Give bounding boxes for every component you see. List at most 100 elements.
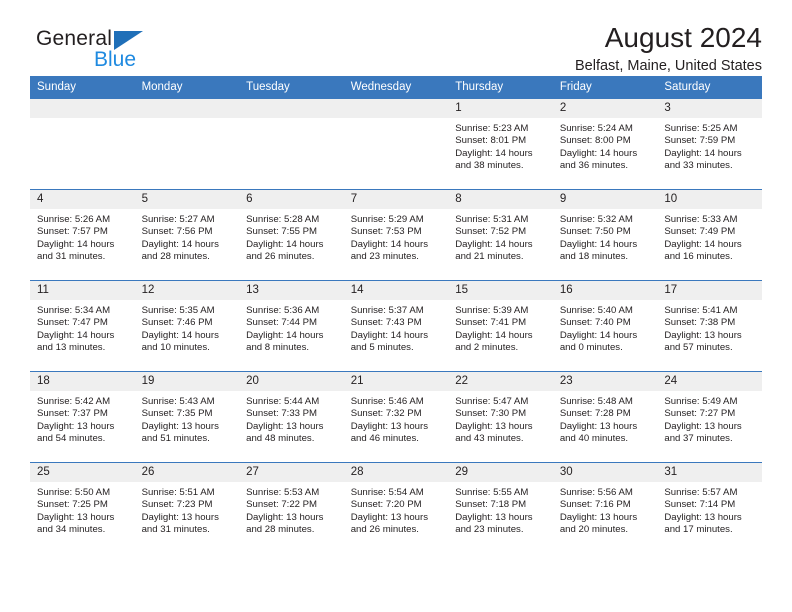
sunset-text: Sunset: 7:18 PM bbox=[455, 499, 527, 511]
daylight-text: Daylight: 14 hours and 38 minutes. bbox=[455, 147, 533, 172]
sun-info: Sunrise: 5:42 AM Sunset: 7:37 PM Daylight:… bbox=[30, 391, 135, 446]
calendar-body: 1 Sunrise: 5:23 AM Sunset: 8:01 PM Daylight… bbox=[30, 98, 762, 553]
sun-info: Sunrise: 5:40 AM Sunset: 7:40 PM Daylight:… bbox=[553, 300, 658, 355]
calendar-day-cell[interactable]: 7 Sunrise: 5:29 AM Sunset: 7:53 PM Daylight… bbox=[343, 189, 449, 281]
general-blue-logo[interactable]: General Blue bbox=[36, 28, 216, 76]
sunset-text: Sunset: 7:49 PM bbox=[664, 226, 736, 238]
calendar-day-cell[interactable]: 28 Sunrise: 5:54 AM Sunset: 7:20 PM Dayligh… bbox=[343, 462, 449, 553]
calendar-day-cell[interactable]: 15 Sunrise: 5:39 AM Sunset: 7:41 PM Dayligh… bbox=[448, 280, 553, 372]
weekday-header-thursday: Thursday bbox=[448, 76, 553, 99]
calendar-day-cell[interactable]: 4 Sunrise: 5:26 AM Sunset: 7:57 PM Daylight… bbox=[30, 189, 135, 281]
sun-info: Sunrise: 5:31 AM Sunset: 7:52 PM Daylight:… bbox=[448, 209, 553, 264]
day-number: 17 bbox=[657, 281, 762, 300]
calendar-day-cell[interactable]: 3 Sunrise: 5:25 AM Sunset: 7:59 PM Daylight… bbox=[657, 98, 762, 190]
calendar-day-cell[interactable]: 31 Sunrise: 5:57 AM Sunset: 7:14 PM Dayligh… bbox=[657, 462, 762, 553]
sunset-text: Sunset: 7:52 PM bbox=[455, 226, 527, 238]
sun-info: Sunrise: 5:34 AM Sunset: 7:47 PM Daylight:… bbox=[30, 300, 135, 355]
calendar-day-cell[interactable]: 25 Sunrise: 5:50 AM Sunset: 7:25 PM Dayligh… bbox=[30, 462, 135, 553]
day-number: 8 bbox=[448, 190, 553, 209]
calendar-day-cell[interactable]: 30 Sunrise: 5:56 AM Sunset: 7:16 PM Dayligh… bbox=[552, 462, 658, 553]
sun-info: Sunrise: 5:54 AM Sunset: 7:20 PM Daylight:… bbox=[344, 482, 449, 537]
calendar-day-cell[interactable]: 21 Sunrise: 5:46 AM Sunset: 7:32 PM Dayligh… bbox=[343, 371, 449, 463]
sunset-text: Sunset: 7:55 PM bbox=[246, 226, 318, 238]
daylight-text: Daylight: 13 hours and 23 minutes. bbox=[455, 511, 533, 536]
calendar-day-cell[interactable]: 20 Sunrise: 5:44 AM Sunset: 7:33 PM Dayligh… bbox=[239, 371, 344, 463]
page-title: August 2024 bbox=[604, 22, 762, 53]
weekday-header-wednesday: Wednesday bbox=[343, 76, 449, 99]
calendar-day-cell[interactable]: 8 Sunrise: 5:31 AM Sunset: 7:52 PM Daylight… bbox=[448, 189, 553, 281]
sunset-text: Sunset: 7:27 PM bbox=[664, 408, 736, 420]
day-cell-content: 29 Sunrise: 5:55 AM Sunset: 7:18 PM Dayligh… bbox=[448, 463, 553, 553]
sun-info: Sunrise: 5:44 AM Sunset: 7:33 PM Daylight:… bbox=[239, 391, 344, 446]
daylight-text: Daylight: 13 hours and 26 minutes. bbox=[350, 511, 429, 536]
day-cell-content: 8 Sunrise: 5:31 AM Sunset: 7:52 PM Daylight… bbox=[448, 190, 553, 280]
day-cell-content: 7 Sunrise: 5:29 AM Sunset: 7:53 PM Daylight… bbox=[343, 190, 449, 280]
day-number: 16 bbox=[552, 281, 658, 300]
day-number: 6 bbox=[239, 190, 344, 209]
day-cell-content: 4 Sunrise: 5:26 AM Sunset: 7:57 PM Daylight… bbox=[30, 190, 135, 280]
calendar-day-cell[interactable]: 5 Sunrise: 5:27 AM Sunset: 7:56 PM Daylight… bbox=[134, 189, 240, 281]
sunset-text: Sunset: 7:22 PM bbox=[246, 499, 318, 511]
sunset-text: Sunset: 7:30 PM bbox=[455, 408, 527, 420]
day-cell-content: 15 Sunrise: 5:39 AM Sunset: 7:41 PM Dayligh… bbox=[448, 281, 553, 371]
day-cell-content: 18 Sunrise: 5:42 AM Sunset: 7:37 PM Dayligh… bbox=[30, 372, 135, 462]
sunrise-text: Sunrise: 5:50 AM bbox=[37, 487, 111, 498]
daylight-text: Daylight: 14 hours and 16 minutes. bbox=[664, 238, 742, 263]
day-number: 23 bbox=[552, 372, 658, 391]
daylight-text: Daylight: 13 hours and 28 minutes. bbox=[246, 511, 324, 536]
calendar-day-cell[interactable]: 23 Sunrise: 5:48 AM Sunset: 7:28 PM Dayligh… bbox=[552, 371, 658, 463]
sunset-text: Sunset: 7:56 PM bbox=[141, 226, 213, 238]
calendar-day-cell[interactable]: 2 Sunrise: 5:24 AM Sunset: 8:00 PM Daylight… bbox=[552, 98, 658, 190]
sunset-text: Sunset: 8:00 PM bbox=[559, 135, 631, 147]
calendar-day-cell[interactable]: 27 Sunrise: 5:53 AM Sunset: 7:22 PM Dayligh… bbox=[239, 462, 344, 553]
calendar-day-cell[interactable]: 14 Sunrise: 5:37 AM Sunset: 7:43 PM Dayligh… bbox=[343, 280, 449, 372]
calendar-day-cell[interactable]: 16 Sunrise: 5:40 AM Sunset: 7:40 PM Dayligh… bbox=[552, 280, 658, 372]
daylight-text: Daylight: 14 hours and 10 minutes. bbox=[141, 329, 219, 354]
sunset-text: Sunset: 7:47 PM bbox=[37, 317, 108, 329]
calendar-day-cell[interactable]: 22 Sunrise: 5:47 AM Sunset: 7:30 PM Dayligh… bbox=[448, 371, 553, 463]
day-cell-content: 2 Sunrise: 5:24 AM Sunset: 8:00 PM Daylight… bbox=[552, 99, 658, 189]
calendar-day-cell[interactable]: 19 Sunrise: 5:43 AM Sunset: 7:35 PM Dayligh… bbox=[134, 371, 240, 463]
sun-info: Sunrise: 5:43 AM Sunset: 7:35 PM Daylight:… bbox=[135, 391, 240, 446]
day-number: 26 bbox=[134, 463, 240, 482]
calendar-day-cell[interactable]: 17 Sunrise: 5:41 AM Sunset: 7:38 PM Dayligh… bbox=[657, 280, 762, 372]
day-number bbox=[343, 99, 449, 118]
day-number: 25 bbox=[30, 463, 135, 482]
day-number: 28 bbox=[343, 463, 449, 482]
day-number: 3 bbox=[657, 99, 762, 118]
calendar-day-cell[interactable]: 10 Sunrise: 5:33 AM Sunset: 7:49 PM Dayligh… bbox=[657, 189, 762, 281]
calendar-day-cell[interactable]: 1 Sunrise: 5:23 AM Sunset: 8:01 PM Daylight… bbox=[448, 98, 553, 190]
day-cell-content bbox=[30, 99, 135, 189]
daylight-text: Daylight: 14 hours and 26 minutes. bbox=[246, 238, 324, 263]
sun-info: Sunrise: 5:57 AM Sunset: 7:14 PM Daylight:… bbox=[657, 482, 762, 537]
daylight-text: Daylight: 14 hours and 13 minutes. bbox=[37, 329, 115, 354]
sun-info: Sunrise: 5:50 AM Sunset: 7:25 PM Daylight:… bbox=[30, 482, 135, 537]
sun-info: Sunrise: 5:39 AM Sunset: 7:41 PM Daylight:… bbox=[448, 300, 553, 355]
sunrise-text: Sunrise: 5:23 AM bbox=[455, 123, 529, 134]
calendar-day-cell[interactable]: 9 Sunrise: 5:32 AM Sunset: 7:50 PM Daylight… bbox=[552, 189, 658, 281]
weekday-header-row: Sunday Monday Tuesday Wednesday Thursday… bbox=[30, 76, 762, 99]
calendar-day-cell[interactable]: 26 Sunrise: 5:51 AM Sunset: 7:23 PM Dayligh… bbox=[134, 462, 240, 553]
daylight-text: Daylight: 14 hours and 23 minutes. bbox=[350, 238, 429, 263]
calendar-day-cell[interactable]: 11 Sunrise: 5:34 AM Sunset: 7:47 PM Dayligh… bbox=[30, 280, 135, 372]
sunset-text: Sunset: 7:20 PM bbox=[350, 499, 422, 511]
calendar-day-cell[interactable]: 6 Sunrise: 5:28 AM Sunset: 7:55 PM Daylight… bbox=[239, 189, 344, 281]
calendar-day-cell[interactable]: 29 Sunrise: 5:55 AM Sunset: 7:18 PM Dayligh… bbox=[448, 462, 553, 553]
weekday-header-friday: Friday bbox=[552, 76, 658, 99]
calendar-day-cell[interactable]: 12 Sunrise: 5:35 AM Sunset: 7:46 PM Dayligh… bbox=[134, 280, 240, 372]
daylight-text: Daylight: 14 hours and 21 minutes. bbox=[455, 238, 533, 263]
calendar-day-cell[interactable]: 18 Sunrise: 5:42 AM Sunset: 7:37 PM Dayligh… bbox=[30, 371, 135, 463]
calendar-day-cell[interactable]: 13 Sunrise: 5:36 AM Sunset: 7:44 PM Dayligh… bbox=[239, 280, 344, 372]
day-cell-content: 16 Sunrise: 5:40 AM Sunset: 7:40 PM Dayligh… bbox=[552, 281, 658, 371]
calendar-week-row: 11 Sunrise: 5:34 AM Sunset: 7:47 PM Dayligh… bbox=[30, 280, 762, 372]
day-number: 4 bbox=[30, 190, 135, 209]
sunset-text: Sunset: 7:23 PM bbox=[141, 499, 213, 511]
logo-triangle-icon bbox=[114, 31, 143, 50]
day-number: 30 bbox=[552, 463, 658, 482]
sun-info: Sunrise: 5:51 AM Sunset: 7:23 PM Daylight:… bbox=[135, 482, 240, 537]
calendar-day-cell[interactable]: 24 Sunrise: 5:49 AM Sunset: 7:27 PM Dayligh… bbox=[657, 371, 762, 463]
day-cell-content: 30 Sunrise: 5:56 AM Sunset: 7:16 PM Dayligh… bbox=[552, 463, 658, 553]
day-number bbox=[239, 99, 344, 118]
day-cell-content bbox=[343, 99, 449, 189]
day-cell-content: 19 Sunrise: 5:43 AM Sunset: 7:35 PM Dayligh… bbox=[134, 372, 240, 462]
